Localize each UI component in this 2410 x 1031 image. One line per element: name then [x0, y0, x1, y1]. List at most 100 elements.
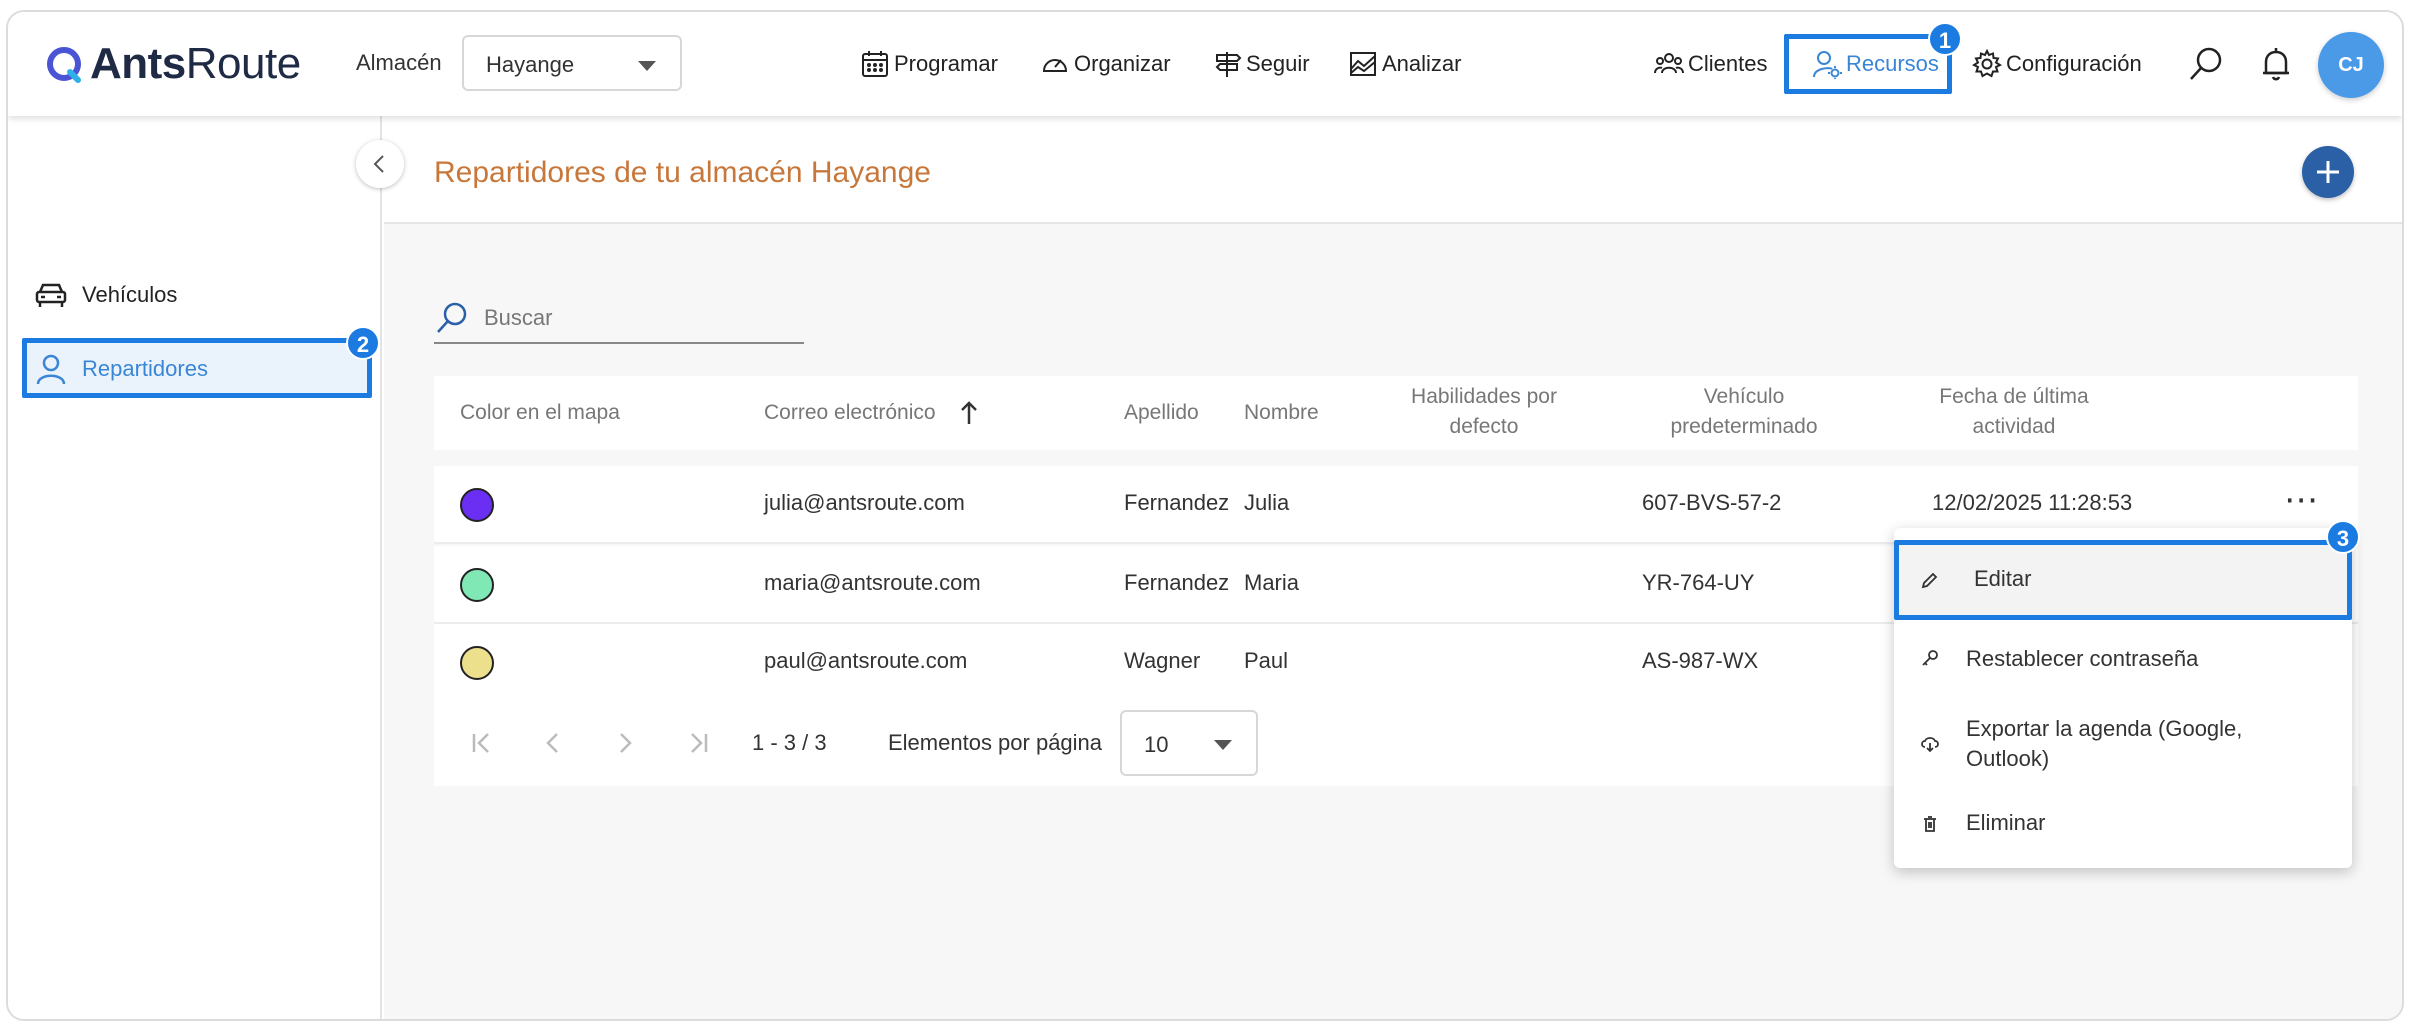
cell-vehicle: AS-987-WX — [1642, 648, 1759, 673]
last-page-icon[interactable] — [682, 728, 712, 758]
nav-analizar[interactable]: Analizar — [1348, 44, 1461, 84]
sidebar: Vehículos Repartidores 2 — [8, 116, 382, 1019]
cell-email: maria@antsroute.com — [764, 570, 981, 595]
cloud-download-icon — [1921, 737, 1939, 753]
menu-item-delete[interactable]: Eliminar — [1894, 798, 2352, 858]
search-icon — [437, 302, 467, 333]
step-badge-3: 3 — [2326, 520, 2360, 554]
search-field[interactable] — [434, 294, 804, 344]
nav-label: Seguir — [1246, 51, 1310, 76]
app-window: Ants Route Almacén Hayange Programar Orga… — [6, 10, 2404, 1021]
nav-clientes[interactable]: Clientes — [1654, 44, 1767, 84]
next-page-icon[interactable] — [610, 728, 640, 758]
cell-lastname: Fernandez — [1124, 570, 1230, 595]
map-color-swatch — [460, 488, 494, 522]
first-page-icon[interactable] — [468, 728, 498, 758]
cell-firstname: Julia — [1244, 490, 1290, 515]
people-icon — [1654, 53, 1684, 74]
cell-firstname: Paul — [1244, 648, 1289, 673]
gauge-icon — [1042, 59, 1068, 72]
chevron-down-icon — [638, 61, 656, 71]
avatar[interactable]: CJ — [2318, 32, 2384, 98]
page-header: Repartidores de tu almacén Hayange — [384, 116, 2402, 224]
column-header-line: Vehículo — [1703, 385, 1785, 408]
map-color-swatch — [460, 568, 494, 602]
nav-label: Configuración — [2006, 51, 2142, 76]
logo[interactable]: Ants Route — [44, 38, 301, 90]
column-header-skills: Habilidades por defecto — [1384, 382, 1584, 442]
car-icon — [35, 283, 67, 307]
menu-item-export-agenda[interactable]: Exportar la agenda (Google, Outlook) — [1894, 704, 2352, 784]
per-page-label: Elementos por página — [888, 730, 1103, 755]
plus-icon — [2317, 161, 2339, 183]
column-header-color: Color en el mapa — [460, 401, 620, 424]
highlight-edit — [1894, 540, 2352, 620]
nav-programar[interactable]: Programar — [860, 44, 998, 84]
sidebar-item-vehiculos[interactable]: Vehículos — [34, 278, 177, 312]
calendar-icon — [862, 51, 888, 77]
column-header-line: Habilidades por — [1411, 385, 1557, 408]
menu-item-reset-password[interactable]: Restablecer contraseña — [1894, 634, 2352, 694]
collapse-sidebar-button[interactable] — [356, 140, 404, 188]
column-header-line: predeterminado — [1670, 415, 1818, 438]
warehouse-label: Almacén — [356, 50, 442, 75]
warehouse-select[interactable]: Hayange — [462, 35, 682, 91]
step-badge-1: 1 — [1928, 22, 1962, 56]
cell-email: julia@antsroute.com — [764, 490, 965, 515]
column-header-vehicle: Vehículo predeterminado — [1654, 382, 1834, 442]
menu-item-label: Restablecer contraseña — [1966, 646, 2199, 671]
chevron-left-icon — [373, 155, 384, 173]
nav-configuracion[interactable]: Configuración — [1972, 44, 2142, 84]
cell-lastname: Fernandez — [1124, 490, 1230, 515]
highlight-recursos — [1784, 34, 1952, 94]
brand-name-regular: Route — [185, 39, 301, 88]
nav-seguir[interactable]: Seguir — [1212, 44, 1310, 84]
chevron-down-icon — [1214, 740, 1232, 750]
add-driver-button[interactable] — [2302, 146, 2354, 198]
menu-item-label: Exportar la agenda (Google, — [1966, 716, 2243, 741]
search-input[interactable] — [484, 304, 784, 332]
sort-arrow-up-icon[interactable] — [959, 400, 979, 426]
bell-icon[interactable] — [2254, 42, 2298, 86]
brand-name-bold: Ants — [90, 39, 186, 88]
trash-icon — [1924, 816, 1936, 832]
cell-vehicle: YR-764-UY — [1642, 570, 1755, 595]
cell-email: paul@antsroute.com — [764, 648, 968, 673]
highlight-repartidores — [22, 338, 372, 398]
page-title: Repartidores de tu almacén Hayange — [434, 156, 931, 189]
nav-organizar[interactable]: Organizar — [1040, 44, 1171, 84]
map-color-swatch — [460, 646, 494, 680]
page-range: 1 - 3 / 3 — [752, 730, 827, 755]
table-header: Color en el mapa Correo electrónico Apel… — [434, 376, 2358, 450]
signpost-icon — [1215, 52, 1242, 77]
per-page-select[interactable]: 10 — [1120, 710, 1258, 776]
column-header-activity: Fecha de última actividad — [1914, 382, 2114, 442]
nav-label: Programar — [894, 51, 998, 76]
nav-label: Organizar — [1074, 51, 1171, 76]
column-header-line: defecto — [1449, 415, 1519, 438]
per-page-value: 10 — [1144, 732, 1169, 757]
menu-item-label: Outlook) — [1966, 746, 2050, 771]
more-options-icon[interactable]: ⋯ — [2284, 480, 2319, 520]
key-icon — [1922, 650, 1938, 666]
menu-item-label: Eliminar — [1966, 810, 2046, 835]
gear-icon — [1972, 49, 2002, 78]
previous-page-icon[interactable] — [538, 728, 568, 758]
row-context-menu: Editar Restablecer contraseña Exportar l… — [1894, 528, 2352, 868]
cell-firstname: Maria — [1244, 570, 1300, 595]
column-header-firstname: Nombre — [1244, 401, 1319, 424]
antsroute-logo-icon — [47, 47, 81, 83]
cell-activity: 12/02/2025 11:28:53 — [1932, 490, 2133, 515]
nav-label: Clientes — [1688, 51, 1768, 76]
step-badge-2: 2 — [346, 326, 380, 360]
cell-lastname: Wagner — [1124, 648, 1201, 673]
search-icon[interactable] — [2184, 42, 2228, 86]
sidebar-item-label: Vehículos — [82, 282, 178, 307]
cell-vehicle: 607-BVS-57-2 — [1642, 490, 1782, 515]
column-header-line: Fecha de última — [1939, 385, 2089, 408]
column-header-email[interactable]: Correo electrónico — [764, 398, 936, 428]
chart-icon — [1350, 52, 1376, 76]
column-header-line: actividad — [1972, 415, 2056, 438]
top-bar: Ants Route Almacén Hayange Programar Orga… — [8, 12, 2402, 116]
column-header-lastname: Apellido — [1124, 401, 1199, 424]
